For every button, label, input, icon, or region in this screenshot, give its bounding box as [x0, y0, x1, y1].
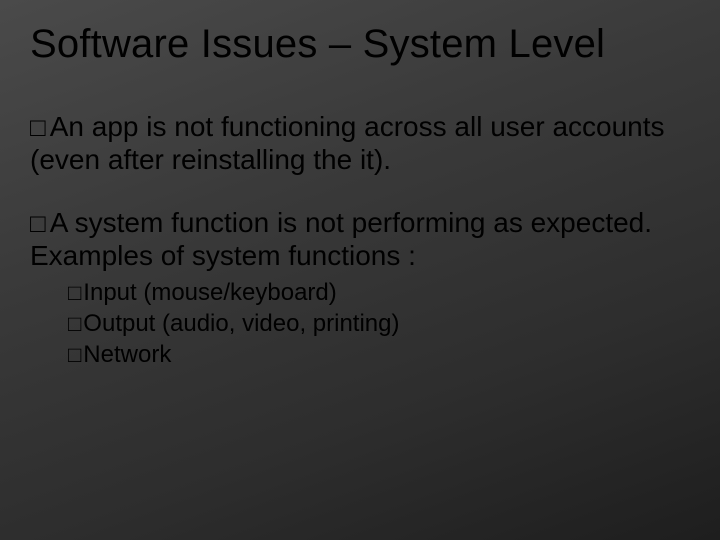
sub-bullet-text: Network	[83, 341, 171, 368]
square-bullet-icon: □	[68, 310, 81, 338]
bullet-text: app is not functioning across all user a…	[30, 111, 665, 175]
square-bullet-icon: □	[30, 208, 46, 239]
bullet-text-lead: An	[50, 111, 84, 142]
sub-bullet-item: □Network	[68, 340, 680, 371]
slide-title: Software Issues – System Level	[30, 22, 605, 67]
sub-bullet-group: □Input (mouse/keyboard) □Output (audio, …	[68, 278, 680, 370]
sub-bullet-item: □Input (mouse/keyboard)	[68, 278, 680, 309]
bullet-text: system function is not performing as exp…	[30, 207, 652, 271]
sub-bullet-text: Input (mouse/keyboard)	[83, 279, 336, 306]
bullet-text-lead: A	[50, 207, 67, 238]
slide: Software Issues – System Level □An app i…	[0, 0, 720, 540]
sub-bullet-item: □Output (audio, video, printing)	[68, 309, 680, 340]
sub-bullet-text: Output (audio, video, printing)	[83, 310, 399, 337]
square-bullet-icon: □	[30, 112, 46, 143]
slide-body: □An app is not functioning across all us…	[30, 110, 680, 400]
square-bullet-icon: □	[68, 341, 81, 369]
bullet-item: □An app is not functioning across all us…	[30, 110, 680, 176]
bullet-item: □A system function is not performing as …	[30, 206, 680, 370]
square-bullet-icon: □	[68, 279, 81, 307]
